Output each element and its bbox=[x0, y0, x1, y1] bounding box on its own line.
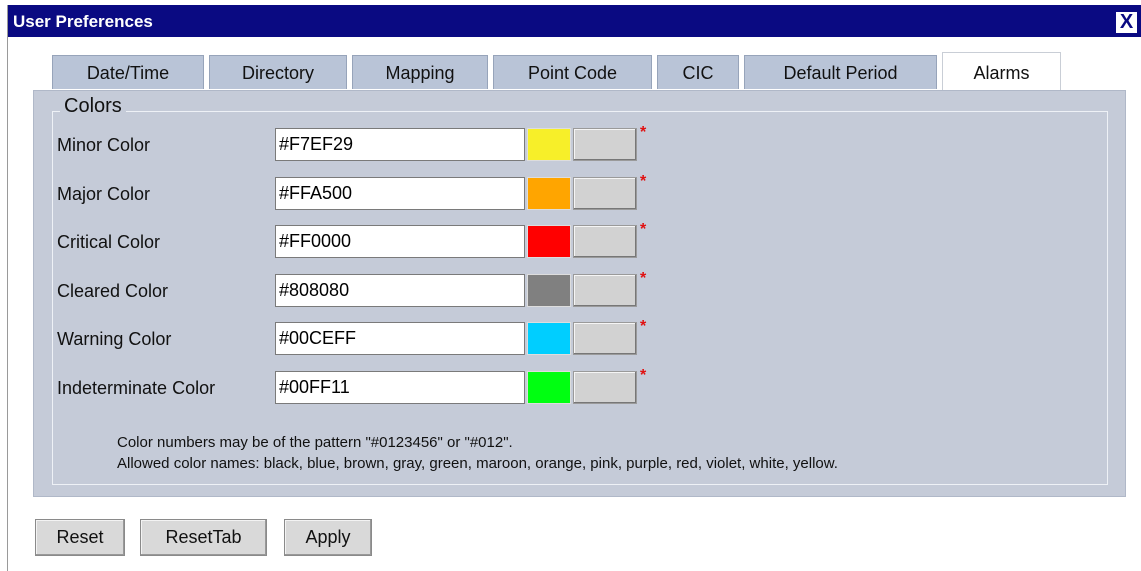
cleared-color-swatch bbox=[527, 274, 571, 307]
cleared-color-label: Cleared Color bbox=[57, 281, 169, 301]
tab-default-period[interactable]: Default Period bbox=[744, 55, 937, 89]
minor-color-picker-button[interactable] bbox=[573, 128, 637, 161]
tab-cic[interactable]: CIC bbox=[657, 55, 739, 89]
warning-color-input[interactable] bbox=[275, 322, 525, 355]
minor-color-label: Minor Color bbox=[57, 135, 151, 155]
title-bar[interactable]: User Preferences X bbox=[8, 5, 1141, 37]
reset-button[interactable]: Reset bbox=[35, 519, 125, 556]
tab-point-code[interactable]: Point Code bbox=[493, 55, 652, 89]
alarms-panel: Colors Minor Color * Major Color * Criti… bbox=[33, 90, 1126, 497]
indeterminate-color-required-marker: * bbox=[640, 367, 647, 384]
tab-mapping[interactable]: Mapping bbox=[352, 55, 488, 89]
tab-directory[interactable]: Directory bbox=[209, 55, 347, 89]
user-preferences-window: User Preferences X Date/Time Directory M… bbox=[7, 5, 1141, 571]
indeterminate-color-input[interactable] bbox=[275, 371, 525, 404]
cleared-color-picker-button[interactable] bbox=[573, 274, 637, 307]
colors-fieldset: Colors Minor Color * Major Color * Criti… bbox=[52, 95, 1108, 485]
cleared-color-required-marker: * bbox=[640, 270, 647, 287]
warning-color-picker-button[interactable] bbox=[573, 322, 637, 355]
window-title: User Preferences bbox=[13, 12, 153, 31]
apply-button[interactable]: Apply bbox=[284, 519, 372, 556]
critical-color-label: Critical Color bbox=[57, 232, 161, 252]
critical-color-required-marker: * bbox=[640, 221, 647, 238]
critical-color-input[interactable] bbox=[275, 225, 525, 258]
major-color-swatch bbox=[527, 177, 571, 210]
minor-color-required-marker: * bbox=[640, 124, 647, 141]
allowed-color-names-note: Allowed color names: black, blue, brown,… bbox=[117, 455, 838, 472]
warning-color-swatch bbox=[527, 322, 571, 355]
critical-color-swatch bbox=[527, 225, 571, 258]
major-color-label: Major Color bbox=[57, 184, 151, 204]
cleared-color-input[interactable] bbox=[275, 274, 525, 307]
indeterminate-color-swatch bbox=[527, 371, 571, 404]
minor-color-input[interactable] bbox=[275, 128, 525, 161]
close-icon[interactable]: X bbox=[1116, 12, 1137, 33]
major-color-input[interactable] bbox=[275, 177, 525, 210]
colors-legend: Colors bbox=[60, 95, 126, 118]
indeterminate-color-label: Indeterminate Color bbox=[57, 378, 216, 398]
major-color-picker-button[interactable] bbox=[573, 177, 637, 210]
tab-alarms[interactable]: Alarms bbox=[942, 52, 1061, 90]
critical-color-picker-button[interactable] bbox=[573, 225, 637, 258]
warning-color-label: Warning Color bbox=[57, 329, 172, 349]
major-color-required-marker: * bbox=[640, 173, 647, 190]
tab-strip: Date/Time Directory Mapping Point Code C… bbox=[8, 52, 1141, 91]
indeterminate-color-picker-button[interactable] bbox=[573, 371, 637, 404]
tab-date-time[interactable]: Date/Time bbox=[52, 55, 204, 89]
minor-color-swatch bbox=[527, 128, 571, 161]
color-pattern-note: Color numbers may be of the pattern "#01… bbox=[117, 434, 513, 451]
reset-tab-button[interactable]: ResetTab bbox=[140, 519, 267, 556]
warning-color-required-marker: * bbox=[640, 318, 647, 335]
